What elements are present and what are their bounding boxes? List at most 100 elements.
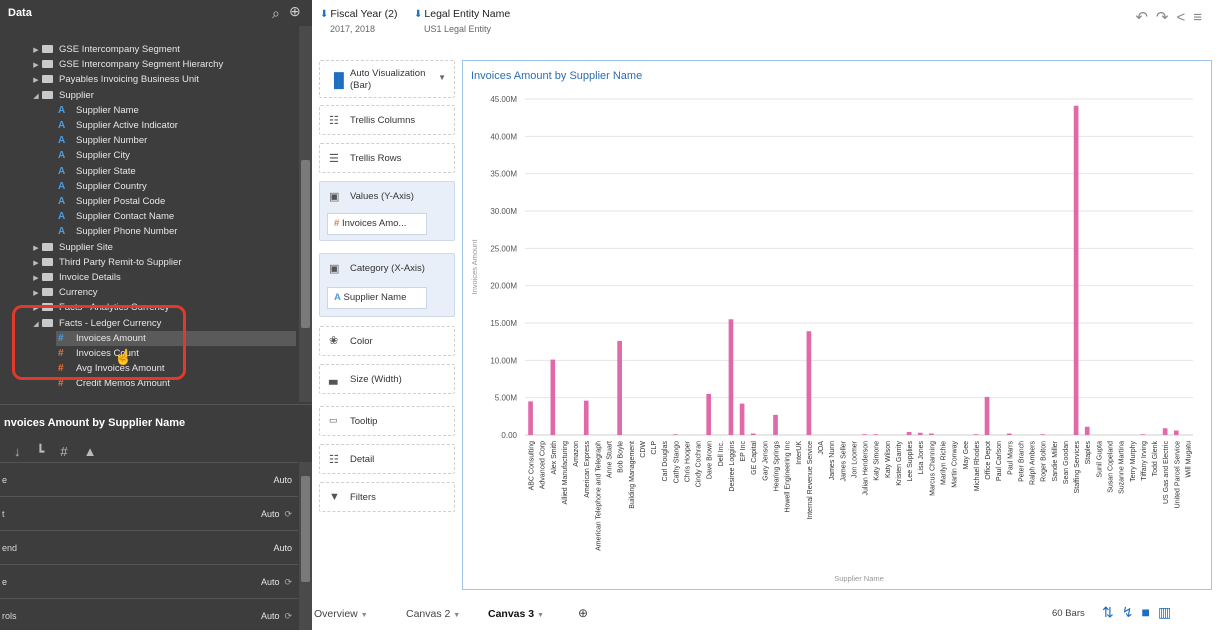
scrollbar-thumb[interactable] (301, 476, 310, 582)
property-row[interactable]: e Auto (0, 462, 298, 496)
add-icon[interactable]: ⊕ (289, 3, 301, 20)
category-dropzone[interactable]: ▣ Category (X-Axis) A Supplier Name (319, 253, 455, 317)
x-tick-label: May Gee (963, 441, 970, 470)
data-tree-scrollbar[interactable] (299, 26, 312, 402)
tree-folder[interactable]: ▶ Supplier Site (30, 240, 113, 255)
tree-attribute[interactable]: A Supplier Contact Name (58, 209, 174, 224)
property-label: t (2, 509, 5, 519)
tree-attribute[interactable]: A Supplier State (58, 164, 136, 179)
expand-icon[interactable]: ▶ (30, 286, 42, 301)
tab-canvas-3[interactable]: Canvas 3 ▼ (488, 608, 544, 620)
reset-icon[interactable]: ⟳ (284, 509, 292, 519)
color-dropzone[interactable]: ❀ Color (319, 326, 455, 356)
property-row[interactable]: e Auto ⟳ (0, 564, 298, 598)
tree-folder[interactable]: ▶ GSE Intercompany Segment Hierarchy (30, 57, 223, 72)
category-label: Category (X-Axis) (350, 263, 425, 274)
tree-folder[interactable]: ▶ Third Party Remit-to Supplier (30, 255, 181, 270)
undo-icon[interactable]: ↶ (1135, 9, 1156, 26)
tab-canvas-2[interactable]: Canvas 2 ▼ (406, 608, 460, 620)
values-dropzone[interactable]: ▣ Values (Y-Axis) # Invoices Amo... (319, 181, 455, 241)
property-row[interactable]: rols Auto ⟳ (0, 598, 298, 632)
tree-folder[interactable]: ◢ Supplier (30, 88, 94, 103)
category-pill-label: Supplier Name (343, 292, 407, 303)
layout-split-icon[interactable]: ▥ (1158, 604, 1179, 620)
add-canvas-icon[interactable]: ⊕ (578, 606, 588, 620)
expand-icon[interactable]: ▶ (30, 73, 42, 88)
redo-icon[interactable]: ↷ (1156, 9, 1177, 26)
filter-toggle-icon[interactable]: ↯ (1122, 604, 1142, 620)
general-properties-icon[interactable]: ↓ (14, 444, 21, 459)
analytics-icon[interactable]: ▲ (84, 444, 97, 459)
trellis-columns-icon: ☷ (329, 115, 339, 127)
filters-label: Filters (350, 492, 376, 503)
collapse-icon[interactable]: ◢ (30, 89, 42, 104)
filter-fiscal-year[interactable]: ⬇ Fiscal Year (2) (320, 8, 398, 20)
layout-single-icon[interactable]: ■ (1141, 604, 1157, 620)
detail-dropzone[interactable]: ☷ Detail (319, 444, 455, 474)
x-tick-label: Katy Simone (874, 441, 881, 481)
number-format-icon[interactable]: # (60, 444, 67, 459)
visualization-type-selector[interactable]: ▐▌ Auto Visualization (Bar) ▼ (319, 60, 455, 98)
menu-icon[interactable]: ≡ (1193, 9, 1210, 26)
attribute-a-icon: A (58, 120, 66, 131)
size-dropzone[interactable]: ▃ Size (Width) (319, 364, 455, 394)
expand-icon[interactable]: ▶ (30, 256, 42, 271)
tree-attribute[interactable]: A Supplier City (58, 148, 130, 163)
property-value[interactable]: Auto ⟳ (261, 509, 292, 520)
tooltip-label: Tooltip (350, 416, 378, 427)
search-icon[interactable]: ⌕ (272, 5, 280, 22)
bar (750, 433, 756, 435)
property-value[interactable]: Auto ⟳ (261, 611, 292, 622)
trellis-columns-dropzone[interactable]: ☷ Trellis Columns (319, 105, 455, 135)
expand-icon[interactable]: ▶ (30, 271, 42, 286)
trellis-rows-label: Trellis Rows (350, 153, 402, 164)
values-pill-invoices-amount[interactable]: # Invoices Amo... (327, 213, 427, 235)
canvas-layout-tools: ⇅↯■▥ (1102, 604, 1179, 621)
property-value[interactable]: Auto (273, 475, 292, 485)
tree-attribute[interactable]: A Supplier Country (58, 179, 147, 194)
trellis-rows-dropzone[interactable]: ☰ Trellis Rows (319, 143, 455, 173)
detail-label: Detail (350, 454, 375, 465)
tree-folder[interactable]: ▶ GSE Intercompany Segment (30, 42, 180, 57)
x-tick-label: American Express (584, 441, 591, 498)
filters-dropzone[interactable]: ▼ Filters (319, 482, 455, 512)
expand-icon[interactable]: ▶ (30, 43, 42, 58)
share-icon[interactable]: < (1176, 9, 1193, 26)
sort-icon[interactable]: ⇅ (1102, 604, 1122, 620)
category-axis-icon: ▣ (329, 263, 340, 275)
property-value[interactable]: Auto (273, 543, 292, 553)
property-value[interactable]: Auto ⟳ (261, 577, 292, 588)
bar (873, 434, 879, 435)
bar (728, 319, 734, 435)
tree-attribute[interactable]: A Supplier Number (58, 133, 147, 148)
tree-item-label: Supplier Contact Name (76, 211, 175, 223)
tree-folder[interactable]: ▶ Invoice Details (30, 270, 120, 286)
filter-legal-entity[interactable]: ⬇ Legal Entity Name (414, 8, 510, 20)
tree-attribute[interactable]: A Supplier Phone Number (58, 224, 177, 239)
chart-canvas[interactable]: Invoices Amount by Supplier Name 0.00 5.0… (462, 60, 1212, 590)
expand-icon[interactable]: ▶ (30, 58, 42, 73)
category-pill-supplier-name[interactable]: A Supplier Name (327, 287, 427, 309)
x-tick-label: Amazon (573, 441, 580, 467)
x-tick-label: Marcus Channing (929, 441, 936, 496)
tree-item-label: GSE Intercompany Segment (59, 44, 180, 55)
x-tick-label: Katy Wilson (885, 441, 892, 478)
property-row[interactable]: end Auto (0, 530, 298, 564)
expand-icon[interactable]: ▶ (30, 241, 42, 256)
tree-folder[interactable]: ▶ Payables Invoicing Business Unit (30, 72, 199, 87)
tree-attribute[interactable]: A Supplier Postal Code (58, 194, 165, 209)
tab-overview[interactable]: Overview ▼ (314, 608, 368, 620)
tree-attribute[interactable]: A Supplier Active Indicator (58, 118, 178, 133)
tree-attribute[interactable]: A Supplier Name (58, 103, 139, 118)
x-tick-label: James Nunn (829, 441, 836, 480)
properties-scrollbar[interactable] (299, 462, 312, 630)
axis-properties-icon[interactable]: ┗ (37, 444, 45, 459)
reset-icon[interactable]: ⟳ (284, 577, 292, 587)
scrollbar-thumb[interactable] (301, 160, 310, 328)
property-value-text: Auto (273, 475, 292, 485)
property-row[interactable]: t Auto ⟳ (0, 496, 298, 530)
reset-icon[interactable]: ⟳ (284, 611, 292, 621)
tree-folder[interactable]: ▶ Currency (30, 285, 97, 301)
tooltip-dropzone[interactable]: ▭ Tooltip (319, 406, 455, 436)
measure-hash-icon: # (334, 218, 340, 229)
